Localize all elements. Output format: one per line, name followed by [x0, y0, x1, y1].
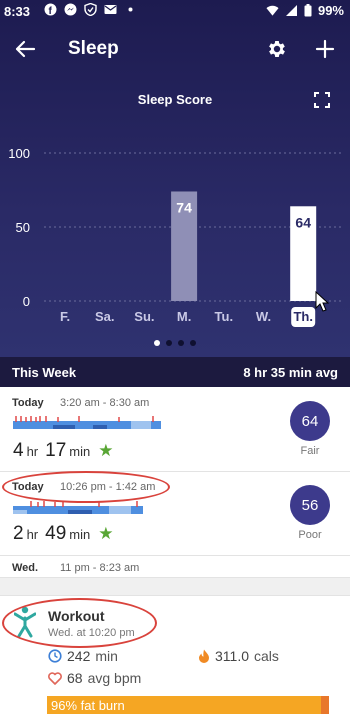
fullscreen-expand-icon[interactable] — [314, 92, 330, 108]
clock-icon — [48, 649, 62, 663]
x-tick-label: M. — [177, 309, 191, 324]
workout-subtitle: Wed. at 10:20 pm — [48, 627, 135, 639]
sleep-score-rating: Fair — [300, 445, 320, 457]
messenger-icon — [64, 3, 77, 16]
status-time: 8:33 — [4, 4, 31, 19]
notification-icons: f — [44, 3, 137, 16]
duration-minutes: 49 — [45, 523, 67, 544]
week-label: This Week — [12, 365, 77, 380]
heart-unit: avg bpm — [87, 670, 142, 686]
bar-value-label: 74 — [176, 199, 192, 215]
signal-icon — [285, 5, 297, 16]
sleep-log-entry[interactable]: Today 3:20 am - 8:30 am 4 hr 17 min ★ 64… — [0, 387, 350, 472]
sleep-score-rating: Poor — [298, 529, 322, 541]
wifi-icon — [266, 5, 279, 16]
y-tick-label: 0 — [23, 294, 30, 309]
sleep-score-badge: 56 — [290, 485, 330, 525]
workout-duration: 242 min — [48, 648, 118, 664]
entry-day: Today — [12, 481, 44, 493]
duration-value: 242 — [67, 648, 91, 664]
duration-minutes-unit: min — [69, 527, 91, 542]
fat-burn-bar: 96% fat burn — [47, 696, 329, 714]
calories-unit: cals — [254, 648, 279, 664]
entry-duration: 4 hr 17 min ★ — [13, 440, 113, 462]
facebook-icon: f — [44, 3, 57, 16]
duration-hours: 2 — [13, 523, 24, 544]
sleep-log-entry[interactable]: Wed. 11 pm - 8:23 am — [0, 556, 350, 578]
heart-value: 68 — [67, 670, 83, 686]
x-tick-label: W. — [256, 309, 271, 324]
fat-burn-bar-cap — [321, 696, 329, 714]
y-tick-label: 100 — [8, 146, 30, 161]
workout-card[interactable]: Workout Wed. at 10:20 pm 242 min 311.0 c… — [0, 596, 350, 718]
chart-title: Sleep Score — [137, 92, 213, 107]
duration-hours: 4 — [13, 440, 24, 461]
battery-icon — [304, 4, 312, 17]
dot-icon — [128, 7, 133, 12]
workout-title: Workout — [48, 608, 105, 624]
back-arrow-icon[interactable] — [14, 38, 36, 60]
sleep-score-bar-chart[interactable]: 100 50 0 F. Sa. Su. 74 M. Tu. W. 64 Th. — [0, 130, 350, 340]
duration-minutes-unit: min — [69, 444, 91, 459]
heart-icon — [48, 671, 62, 685]
sleep-stages-graph — [13, 501, 143, 514]
sleep-header-panel: 8:33 f 99% Sleep Sleep Score 100 50 0 F. Sa.… — [0, 0, 350, 357]
x-tick-label: Sa. — [95, 309, 115, 324]
bar-value-label: 64 — [295, 214, 311, 230]
week-average: 8 hr 35 min avg — [243, 365, 338, 380]
entry-day: Wed. — [12, 562, 39, 574]
x-tick-label: Su. — [134, 309, 154, 324]
page-dot[interactable] — [166, 340, 172, 346]
goal-star-icon: ★ — [98, 524, 114, 543]
page-title: Sleep — [68, 38, 119, 59]
entry-duration: 2 hr 49 min ★ — [13, 523, 113, 545]
workout-person-icon — [14, 606, 36, 638]
mail-icon — [104, 5, 117, 14]
entry-day: Today — [12, 397, 44, 409]
status-bar: 8:33 f 99% — [0, 0, 350, 24]
flame-icon — [199, 649, 209, 663]
mouse-cursor-icon — [315, 290, 330, 312]
sleep-stages-graph — [13, 416, 161, 429]
shield-icon — [84, 3, 97, 16]
week-summary-bar: This Week 8 hr 35 min avg — [0, 357, 350, 387]
entry-times: 10:26 pm - 1:42 am — [60, 481, 156, 493]
calories-value: 311.0 — [215, 648, 249, 664]
page-dot[interactable] — [154, 340, 160, 346]
sleep-score-badge: 64 — [290, 401, 330, 441]
add-plus-icon[interactable] — [314, 38, 336, 60]
fat-burn-label: 96% fat burn — [51, 698, 125, 713]
page-dot[interactable] — [190, 340, 196, 346]
x-tick-label: F. — [60, 309, 70, 324]
entry-times: 3:20 am - 8:30 am — [60, 397, 150, 409]
section-divider — [0, 578, 350, 596]
duration-unit: min — [95, 648, 118, 664]
x-tick-label: Th. — [293, 309, 313, 324]
page-dot[interactable] — [178, 340, 184, 346]
app-bar: Sleep — [0, 30, 350, 70]
duration-hours-unit: hr — [26, 444, 39, 459]
goal-star-icon: ★ — [98, 441, 114, 460]
duration-minutes: 17 — [45, 440, 67, 461]
workout-calories: 311.0 cals — [198, 648, 279, 664]
sleep-log-entry[interactable]: Today 10:26 pm - 1:42 am 2 hr 49 min ★ 5… — [0, 472, 350, 556]
battery-percent: 99% — [317, 3, 344, 18]
settings-gear-icon[interactable] — [266, 38, 288, 60]
y-tick-label: 50 — [16, 220, 30, 235]
page-indicator[interactable] — [0, 340, 350, 346]
entry-times: 11 pm - 8:23 am — [60, 562, 140, 574]
duration-hours-unit: hr — [26, 527, 39, 542]
workout-heart-rate: 68 avg bpm — [48, 670, 141, 686]
x-tick-label: Tu. — [215, 309, 234, 324]
